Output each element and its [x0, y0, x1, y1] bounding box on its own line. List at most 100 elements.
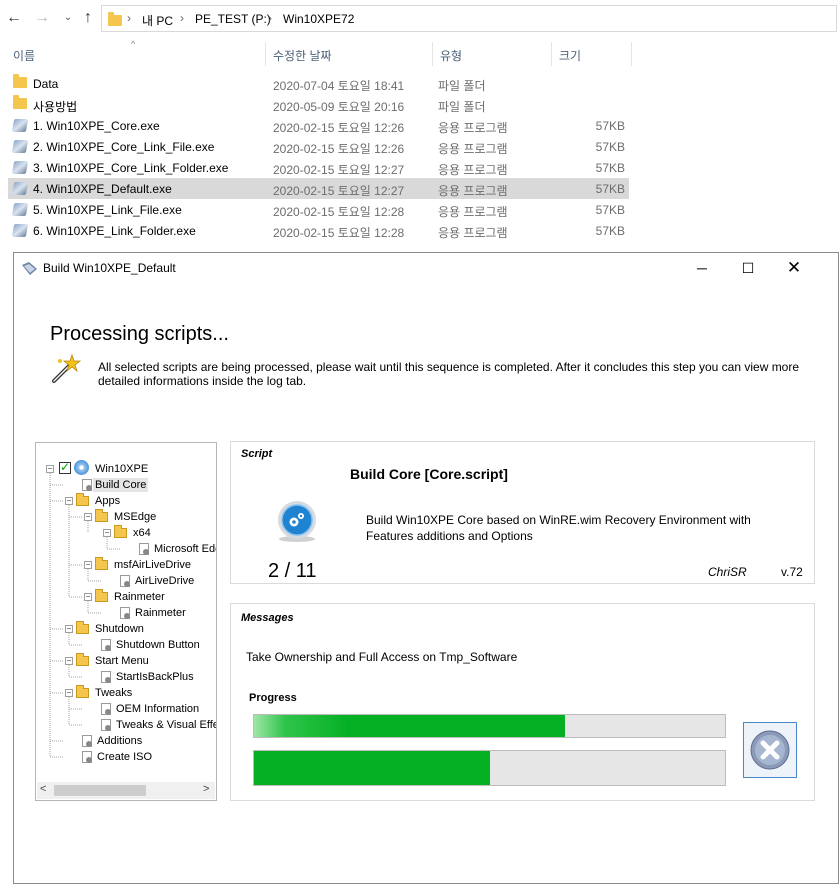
progress-fill	[254, 751, 490, 785]
file-row-selected[interactable]: 4. Win10XPE_Default.exe 2020-02-15 토요일 1…	[8, 178, 629, 199]
breadcrumb-item[interactable]: Win10XPE72	[283, 12, 354, 26]
script-icon	[101, 671, 111, 683]
file-name: 3. Win10XPE_Core_Link_Folder.exe	[33, 161, 229, 175]
file-date: 2020-02-15 토요일 12:26	[273, 121, 405, 135]
exe-icon	[11, 161, 29, 174]
file-name: Data	[33, 77, 59, 91]
file-row[interactable]: 5. Win10XPE_Link_File.exe 2020-02-15 토요일…	[8, 199, 629, 220]
file-row[interactable]: 1. Win10XPE_Core.exe 2020-02-15 토요일 12:2…	[8, 115, 629, 136]
chevron-right-icon[interactable]: ›	[127, 11, 131, 25]
folder-icon	[76, 493, 89, 506]
scroll-right-arrow-icon[interactable]: >	[203, 783, 209, 795]
file-date: 2020-02-15 토요일 12:27	[273, 184, 405, 198]
file-name: 5. Win10XPE_Link_File.exe	[33, 203, 182, 217]
wand-app-icon	[22, 262, 37, 275]
file-type: 응용 프로그램	[438, 121, 508, 135]
script-icon	[101, 719, 111, 731]
chevron-right-icon[interactable]: ›	[180, 11, 184, 25]
column-divider[interactable]	[551, 42, 552, 66]
cancel-x-icon	[750, 730, 790, 770]
cancel-button[interactable]	[743, 722, 797, 778]
script-icon	[120, 607, 130, 619]
collapse-toggle[interactable]: −	[84, 513, 92, 521]
file-size: 57KB	[595, 182, 625, 196]
forward-arrow-icon[interactable]: →	[32, 8, 52, 28]
file-type: 응용 프로그램	[438, 163, 508, 177]
file-date: 2020-02-15 토요일 12:28	[273, 226, 405, 240]
column-header-type[interactable]: 유형	[440, 47, 462, 64]
file-row[interactable]: 2. Win10XPE_Core_Link_File.exe 2020-02-1…	[8, 136, 629, 157]
script-author: ChriSR	[708, 565, 747, 579]
script-section-label: Script	[241, 448, 273, 460]
recent-locations-chevron-icon[interactable]: ⌄	[58, 8, 78, 28]
collapse-toggle[interactable]: −	[65, 689, 73, 697]
collapse-toggle[interactable]: −	[65, 497, 73, 505]
script-icon	[82, 751, 92, 763]
collapse-toggle[interactable]: −	[103, 529, 111, 537]
script-tree[interactable]: − ✓ Win10XPE Build Core − Apps − MSEdge …	[35, 442, 217, 801]
address-bar[interactable]: › 내 PC › PE_TEST (P:) › Win10XPE72	[101, 5, 837, 32]
file-date: 2020-07-04 토요일 18:41	[273, 79, 405, 93]
magic-wand-icon	[52, 353, 82, 383]
file-type: 응용 프로그램	[438, 226, 508, 240]
exe-icon	[11, 224, 29, 237]
file-row[interactable]: 사용방법 2020-05-09 토요일 20:16 파일 폴더	[8, 94, 629, 115]
messages-section-label: Messages	[241, 612, 294, 624]
file-date: 2020-05-09 토요일 20:16	[273, 100, 405, 114]
file-row[interactable]: Data 2020-07-04 토요일 18:41 파일 폴더	[8, 73, 629, 94]
page-title: Processing scripts...	[50, 323, 229, 345]
file-date: 2020-02-15 토요일 12:27	[273, 163, 405, 177]
file-size: 57KB	[595, 140, 625, 154]
folder-icon	[13, 74, 27, 88]
script-icon	[101, 703, 111, 715]
collapse-toggle[interactable]: −	[84, 593, 92, 601]
collapse-toggle[interactable]: −	[65, 657, 73, 665]
folder-icon	[114, 525, 127, 538]
maximize-button[interactable]: ☐	[725, 255, 771, 281]
script-icon	[139, 543, 149, 555]
file-row[interactable]: 6. Win10XPE_Link_Folder.exe 2020-02-15 토…	[8, 220, 629, 241]
folder-icon	[76, 685, 89, 698]
progress-label: Progress	[249, 692, 297, 704]
back-arrow-icon[interactable]: ←	[4, 8, 24, 28]
exe-icon	[11, 203, 29, 216]
script-icon	[82, 735, 92, 747]
checkbox-checked-icon[interactable]: ✓	[59, 461, 71, 474]
column-header-name[interactable]: 이름	[13, 47, 35, 64]
file-row[interactable]: 3. Win10XPE_Core_Link_Folder.exe 2020-02…	[8, 157, 629, 178]
dialog-titlebar[interactable]: Build Win10XPE_Default ─ ☐ ✕	[14, 253, 838, 283]
chevron-right-icon[interactable]: ›	[268, 11, 272, 25]
file-type: 파일 폴더	[438, 100, 486, 114]
column-header-size[interactable]: 크기	[559, 47, 581, 64]
column-header-modified[interactable]: 수정한 날짜	[273, 47, 332, 64]
build-dialog: Build Win10XPE_Default ─ ☐ ✕ Processing …	[13, 252, 839, 884]
exe-icon	[11, 119, 29, 132]
script-progress-bar	[253, 714, 726, 738]
column-divider[interactable]	[432, 42, 433, 66]
gears-icon	[278, 501, 316, 542]
tree-horizontal-scrollbar[interactable]: < >	[37, 782, 215, 799]
folder-icon	[76, 621, 89, 634]
breadcrumb-item[interactable]: 내 PC	[142, 12, 173, 29]
breadcrumb-item[interactable]: PE_TEST (P:)	[195, 12, 271, 26]
folder-icon	[108, 12, 122, 26]
tree-item-selected[interactable]: Build Core	[93, 478, 149, 492]
file-name: 2. Win10XPE_Core_Link_File.exe	[33, 140, 215, 154]
collapse-toggle[interactable]: −	[84, 561, 92, 569]
column-divider[interactable]	[265, 42, 266, 66]
folder-icon	[13, 95, 27, 109]
file-date: 2020-02-15 토요일 12:28	[273, 205, 405, 219]
up-arrow-icon[interactable]: ↑	[78, 8, 98, 28]
scrollbar-thumb[interactable]	[54, 785, 146, 796]
collapse-toggle[interactable]: −	[65, 625, 73, 633]
exe-icon	[11, 182, 29, 195]
close-button[interactable]: ✕	[771, 255, 817, 281]
file-name: 사용방법	[33, 100, 78, 114]
script-icon	[82, 479, 92, 491]
folder-icon	[95, 589, 108, 602]
collapse-toggle[interactable]: −	[46, 465, 54, 473]
scroll-left-arrow-icon[interactable]: <	[40, 783, 46, 795]
column-divider[interactable]	[631, 42, 632, 66]
script-icon	[120, 575, 130, 587]
minimize-button[interactable]: ─	[679, 255, 725, 281]
